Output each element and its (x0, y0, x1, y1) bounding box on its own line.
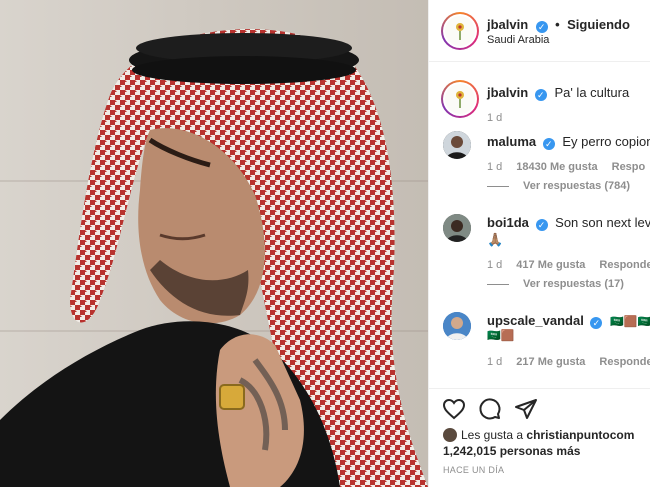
likes-count[interactable]: 1,242,015 personas más (443, 444, 580, 458)
comment-username[interactable]: boi1da (487, 215, 529, 230)
person-avatar-icon (443, 312, 471, 340)
comment-text: 🇸🇦🟫🇸🇦🟫 (610, 316, 650, 328)
flower-avatar-icon (456, 23, 464, 40)
reply-button[interactable]: Responde (599, 356, 650, 368)
caption-text: Pa' la cultura (554, 85, 630, 100)
verified-badge-icon: ✓ (534, 89, 547, 101)
comment-likes[interactable]: 18430 Me gusta (516, 161, 597, 173)
follow-status-button[interactable]: Siguiendo (567, 17, 630, 32)
verified-badge-icon: ✓ (542, 138, 555, 150)
comment-age[interactable]: 1 d (487, 356, 502, 368)
separator-dot: • (555, 17, 560, 32)
verified-badge-icon: ✓ (535, 219, 548, 231)
commenter-avatar[interactable] (443, 312, 471, 340)
author-username[interactable]: jbalvin (487, 17, 528, 32)
post-photo (0, 0, 428, 487)
comment: boi1da ✓ Son son next level (487, 214, 650, 231)
likes-prefix: Les gusta a (461, 428, 524, 442)
comment-meta: 1 d 217 Me gusta Responde (487, 356, 650, 368)
person-avatar-icon (443, 131, 471, 159)
comment-bubble-icon[interactable] (478, 397, 502, 421)
caption: jbalvin ✓ Pa' la cultura (487, 84, 629, 101)
view-replies-label: Ver respuestas (17) (523, 278, 624, 290)
liker-avatar[interactable] (443, 428, 457, 442)
post-actions: Les gusta a christianpuntocom 1,242,015 … (429, 388, 650, 487)
likes-summary: Les gusta a christianpuntocom 1,242,015 … (443, 427, 634, 459)
comment-meta: 1 d 417 Me gusta Responde (487, 259, 650, 271)
caption-meta: 1 d (487, 112, 516, 124)
portrait-illustration (0, 29, 428, 487)
comment-text: Son son next level (555, 215, 650, 230)
caption-age[interactable]: 1 d (487, 112, 502, 124)
comment-likes[interactable]: 417 Me gusta (516, 259, 585, 271)
comment-username[interactable]: upscale_vandal (487, 313, 584, 328)
replies-line (487, 185, 509, 187)
view-replies[interactable]: Ver respuestas (784) (487, 180, 630, 192)
comment-likes[interactable]: 217 Me gusta (516, 356, 585, 368)
verified-badge-icon: ✓ (590, 317, 603, 329)
comment-meta: 1 d 18430 Me gusta Respo (487, 161, 650, 173)
reply-button[interactable]: Respo (612, 161, 646, 173)
person-avatar-icon (443, 214, 471, 242)
author-avatar[interactable] (441, 12, 479, 50)
paper-plane-icon[interactable] (514, 397, 538, 421)
gold-ring (219, 384, 245, 410)
verified-badge-icon: ✓ (535, 21, 548, 33)
post-header: jbalvin ✓ • Siguiendo Saudi Arabia (429, 0, 650, 62)
commenter-avatar[interactable] (443, 214, 471, 242)
commenter-avatar[interactable] (443, 131, 471, 159)
reply-button[interactable]: Responde (599, 259, 650, 271)
comment-text-line2: 🇸🇦🟫 (487, 330, 515, 342)
comment-age[interactable]: 1 d (487, 259, 502, 271)
liker-username[interactable]: christianpuntocom (526, 428, 634, 442)
heart-icon[interactable] (442, 397, 466, 421)
view-replies[interactable]: Ver respuestas (17) (487, 278, 624, 290)
post-location[interactable]: Saudi Arabia (487, 34, 549, 46)
replies-line (487, 283, 509, 285)
comment: maluma ✓ Ey perro copion (487, 133, 650, 150)
caption-author-avatar[interactable] (441, 80, 479, 118)
comment-text-line2: 🙏🏽 (487, 232, 504, 247)
comment-text: Ey perro copion (562, 134, 650, 149)
header-title-row: jbalvin ✓ • Siguiendo (487, 16, 630, 34)
comment-username[interactable]: maluma (487, 134, 536, 149)
flower-avatar-icon (456, 91, 464, 108)
post-timestamp[interactable]: HACE UN DÍA (443, 465, 504, 475)
view-replies-label: Ver respuestas (784) (523, 180, 631, 192)
caption-username[interactable]: jbalvin (487, 85, 528, 100)
comment-age[interactable]: 1 d (487, 161, 502, 173)
post-sidebar: jbalvin ✓ • Siguiendo Saudi Arabia jbalv… (428, 0, 650, 487)
